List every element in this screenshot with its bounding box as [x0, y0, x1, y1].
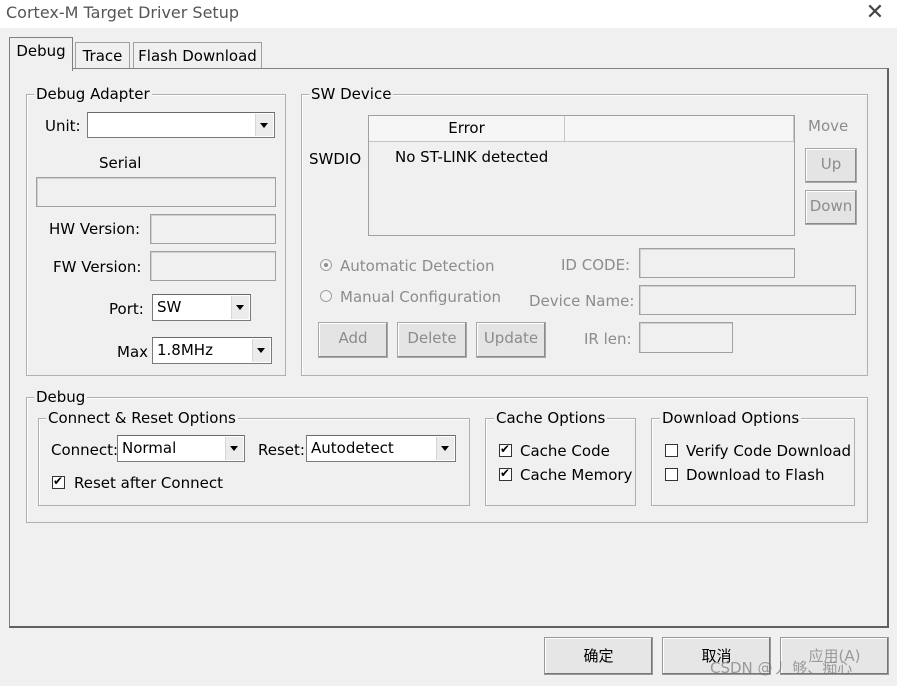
- fw-version-label: FW Version:: [53, 258, 142, 276]
- hw-version-field: [150, 214, 276, 244]
- debug-adapter-group-label: Debug Adapter: [34, 85, 152, 103]
- port-value: SW: [157, 298, 182, 316]
- ir-len-label: IR len:: [584, 330, 632, 348]
- automatic-detection-radio[interactable]: [320, 259, 332, 271]
- id-code-field: [639, 248, 795, 278]
- move-down-button[interactable]: Down: [805, 190, 857, 225]
- serial-label: Serial: [99, 154, 142, 172]
- download-options-group-label: Download Options: [660, 409, 802, 427]
- ir-len-field: [639, 322, 733, 353]
- close-icon[interactable]: ✕: [858, 0, 892, 27]
- list-header-error[interactable]: Error: [369, 116, 565, 142]
- max-clock-value: 1.8MHz: [157, 341, 213, 359]
- max-label: Max: [117, 343, 149, 361]
- serial-field: [36, 177, 276, 207]
- window-title: Cortex-M Target Driver Setup: [6, 3, 239, 22]
- list-header-name[interactable]: [565, 116, 794, 142]
- watermark: CSDN @丿 够、痴心: [710, 659, 853, 677]
- cache-code-checkbox[interactable]: [499, 442, 512, 457]
- delete-button[interactable]: Delete: [397, 322, 467, 358]
- connect-value: Normal: [122, 439, 177, 457]
- cache-code-label: Cache Code: [520, 442, 610, 460]
- chevron-down-icon: [255, 114, 273, 136]
- hw-version-label: HW Version:: [49, 220, 141, 238]
- download-to-flash-checkbox[interactable]: [665, 468, 678, 481]
- tab-trace[interactable]: Trace: [75, 42, 130, 70]
- connect-select[interactable]: Normal: [117, 435, 245, 462]
- move-label: Move: [808, 117, 849, 135]
- list-row-text: No ST-LINK detected: [395, 148, 549, 166]
- tab-debug[interactable]: Debug: [9, 37, 73, 71]
- unit-select[interactable]: [87, 112, 275, 138]
- chevron-down-icon: [231, 296, 249, 319]
- port-select[interactable]: SW: [152, 294, 251, 321]
- connect-reset-group: [38, 418, 470, 506]
- manual-configuration-label: Manual Configuration: [340, 288, 502, 306]
- device-name-field: [639, 285, 856, 315]
- cache-options-group: [485, 418, 636, 506]
- ok-button[interactable]: 确定: [544, 637, 653, 675]
- reset-after-connect-checkbox[interactable]: [52, 474, 65, 489]
- max-clock-select[interactable]: 1.8MHz: [152, 337, 272, 364]
- port-label: Port:: [109, 300, 144, 318]
- fw-version-field: [150, 251, 276, 281]
- cache-memory-label: Cache Memory: [520, 466, 633, 484]
- add-button[interactable]: Add: [318, 322, 388, 358]
- tab-flash-download[interactable]: Flash Download: [133, 42, 262, 70]
- verify-code-download-label: Verify Code Download: [686, 442, 852, 460]
- reset-value: Autodetect: [311, 439, 394, 457]
- reset-select[interactable]: Autodetect: [306, 435, 456, 462]
- download-options-group: [651, 418, 855, 506]
- swdio-label: SWDIO: [309, 150, 362, 168]
- debug-group-label: Debug: [34, 388, 88, 406]
- connect-label: Connect:: [51, 441, 119, 459]
- automatic-detection-label: Automatic Detection: [340, 257, 495, 275]
- chevron-down-icon: [225, 437, 243, 460]
- update-button[interactable]: Update: [476, 322, 546, 358]
- cache-memory-checkbox[interactable]: [499, 466, 512, 481]
- cache-options-group-label: Cache Options: [494, 409, 608, 427]
- device-name-label: Device Name:: [529, 292, 635, 310]
- chevron-down-icon: [436, 437, 454, 460]
- reset-label: Reset:: [258, 441, 305, 459]
- move-up-button[interactable]: Up: [805, 148, 857, 183]
- unit-label: Unit:: [45, 117, 81, 135]
- id-code-label: ID CODE:: [561, 256, 631, 274]
- manual-configuration-radio[interactable]: [320, 290, 332, 302]
- reset-after-connect-label: Reset after Connect: [74, 474, 223, 492]
- chevron-down-icon: [252, 339, 270, 362]
- verify-code-download-checkbox[interactable]: [665, 444, 678, 457]
- sw-device-list[interactable]: Error No ST-LINK detected: [368, 115, 795, 236]
- download-to-flash-label: Download to Flash: [686, 466, 825, 484]
- sw-device-group-label: SW Device: [309, 85, 394, 103]
- connect-reset-group-label: Connect & Reset Options: [46, 409, 238, 427]
